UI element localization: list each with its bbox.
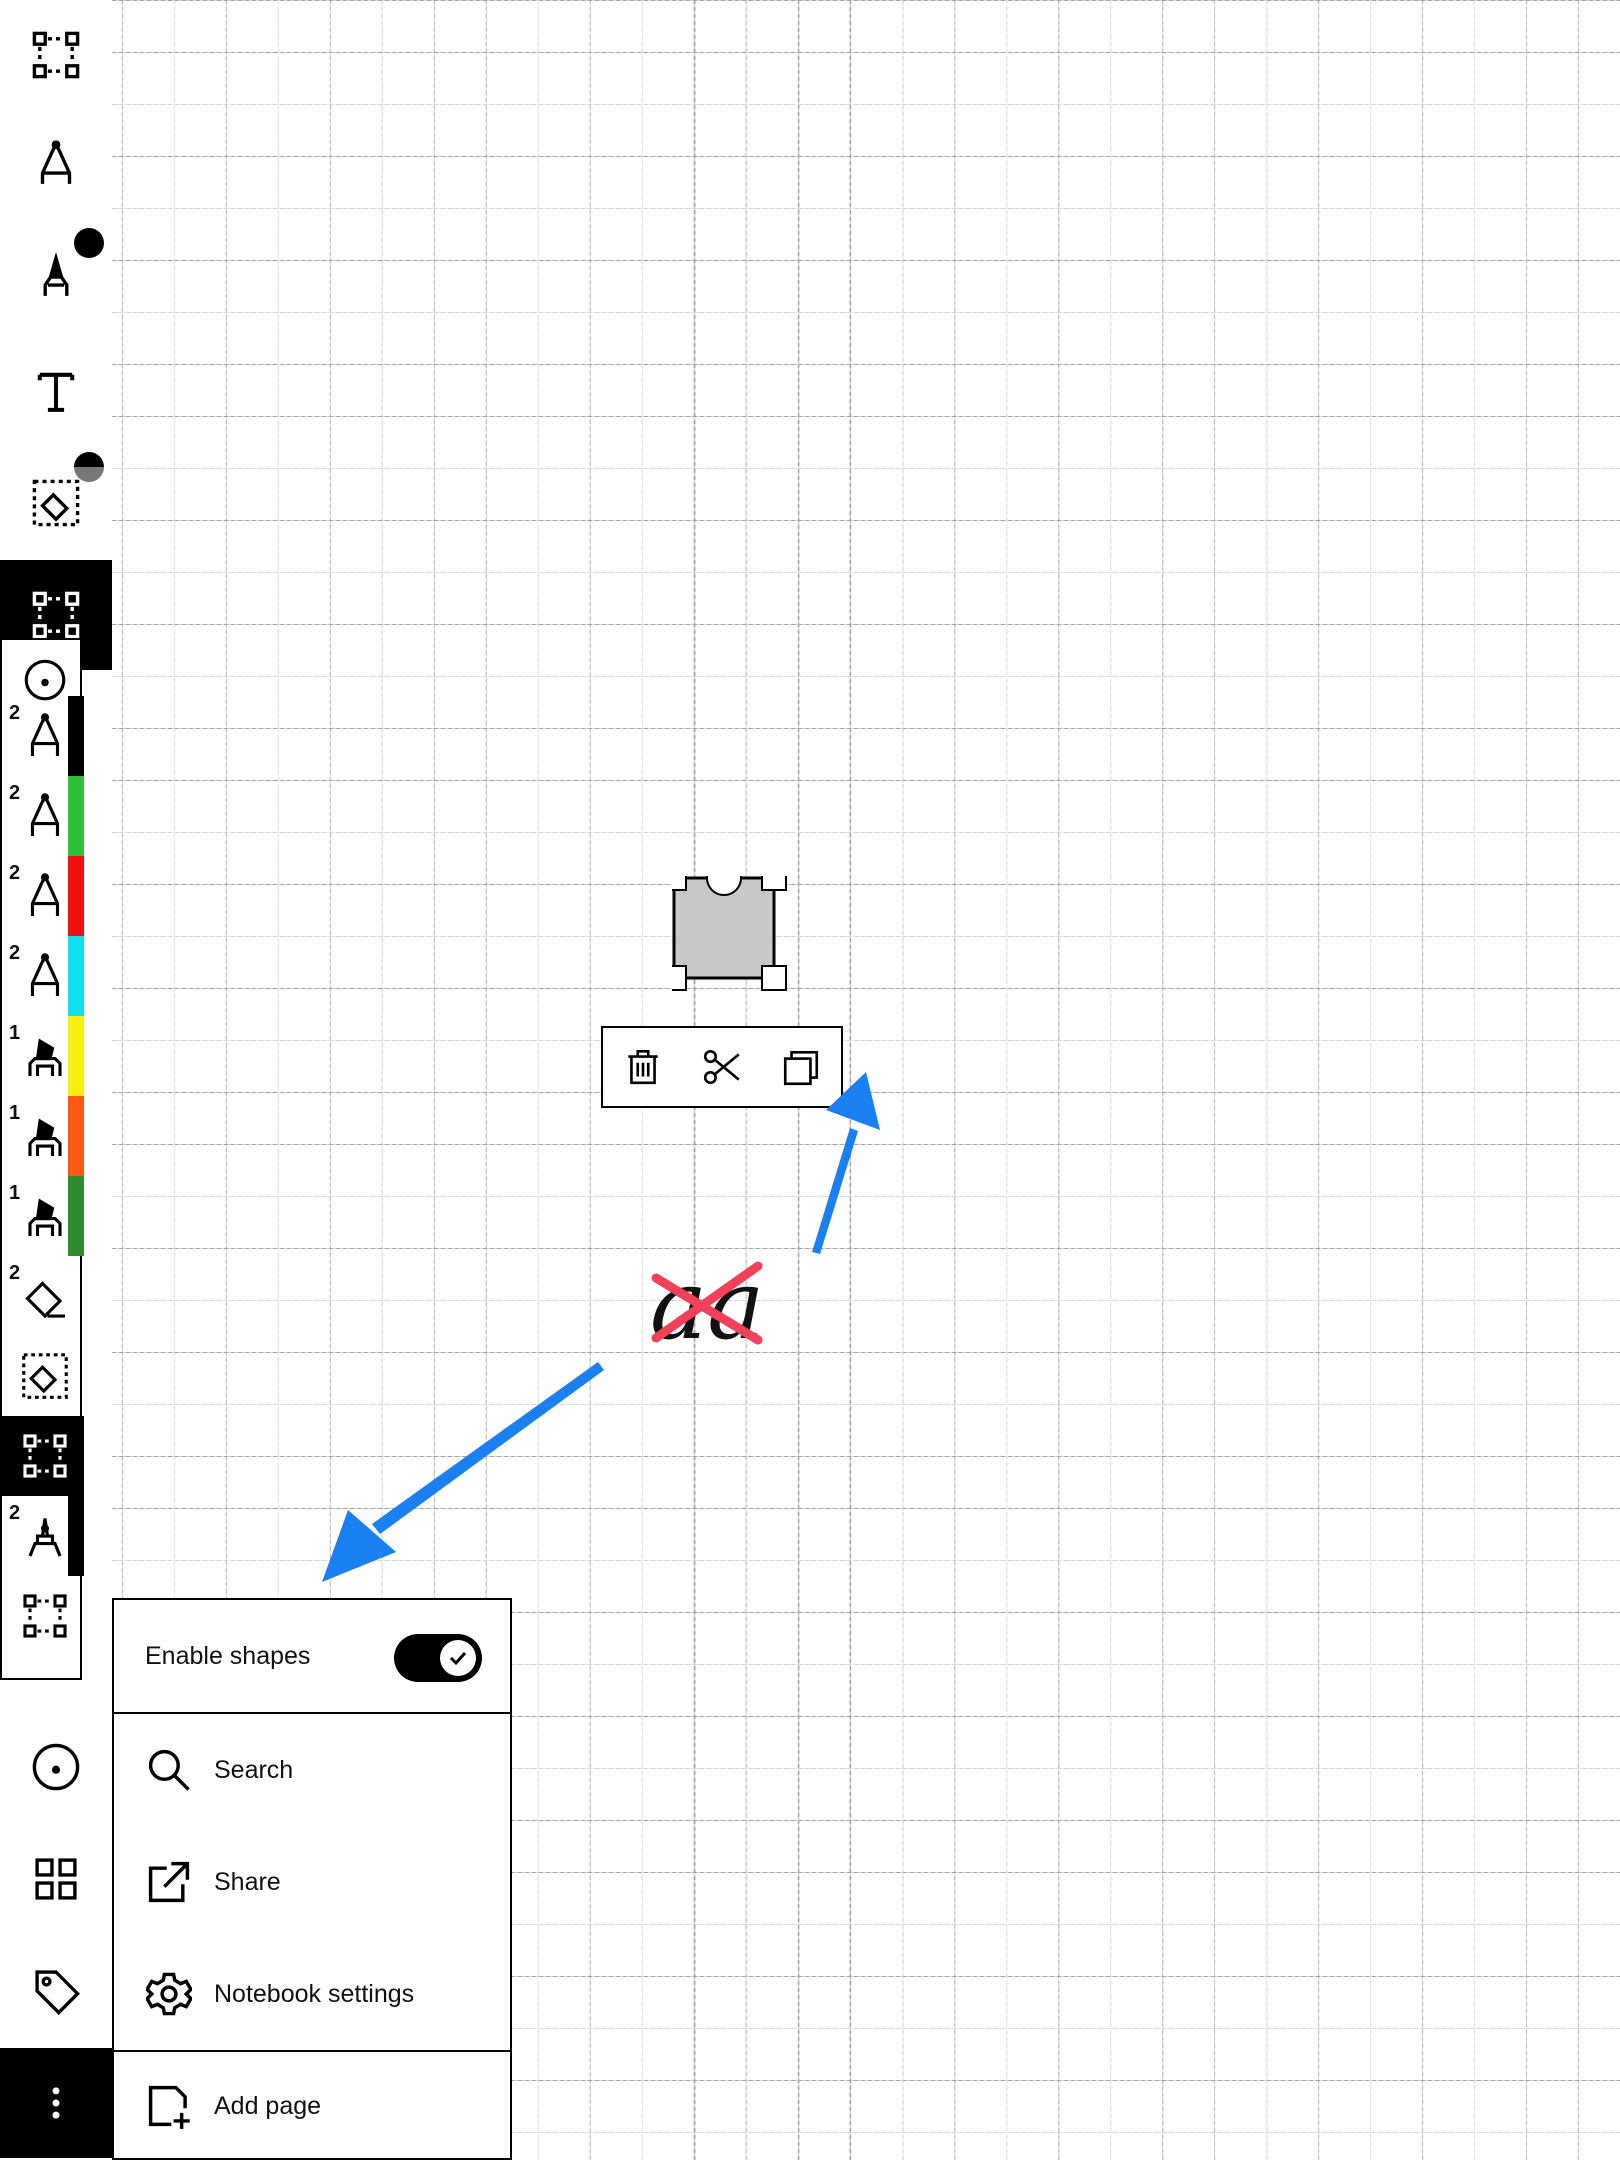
menu-item-add-page[interactable]: Add page <box>114 2052 510 2160</box>
enable-shapes-label: Enable shapes <box>145 1641 311 1670</box>
menu-item-label: Search <box>214 1755 294 1784</box>
search-icon <box>148 1749 190 1791</box>
menu-item-notebook-settings[interactable]: Notebook settings <box>114 1938 510 2050</box>
notebook-menu: Enable shapes Search Share Notebook sett… <box>112 1598 512 2160</box>
pointer-arrow-up <box>812 1072 880 1254</box>
menu-item-share[interactable]: Share <box>114 1826 510 1938</box>
menu-item-label: Share <box>214 1867 281 1896</box>
enable-shapes-toggle[interactable] <box>394 1634 482 1682</box>
gear-icon <box>146 1972 192 2016</box>
pointer-arrow-down <box>322 1362 604 1582</box>
check-icon <box>449 1651 467 1666</box>
toggle-knob <box>440 1640 476 1676</box>
share-icon <box>148 1861 190 1903</box>
menu-item-label: Notebook settings <box>214 1979 415 2008</box>
add-page-icon <box>148 2085 190 2129</box>
enable-shapes-row[interactable]: Enable shapes <box>114 1600 510 1712</box>
menu-item-search[interactable]: Search <box>114 1714 510 1826</box>
menu-item-label: Add page <box>214 2091 322 2120</box>
